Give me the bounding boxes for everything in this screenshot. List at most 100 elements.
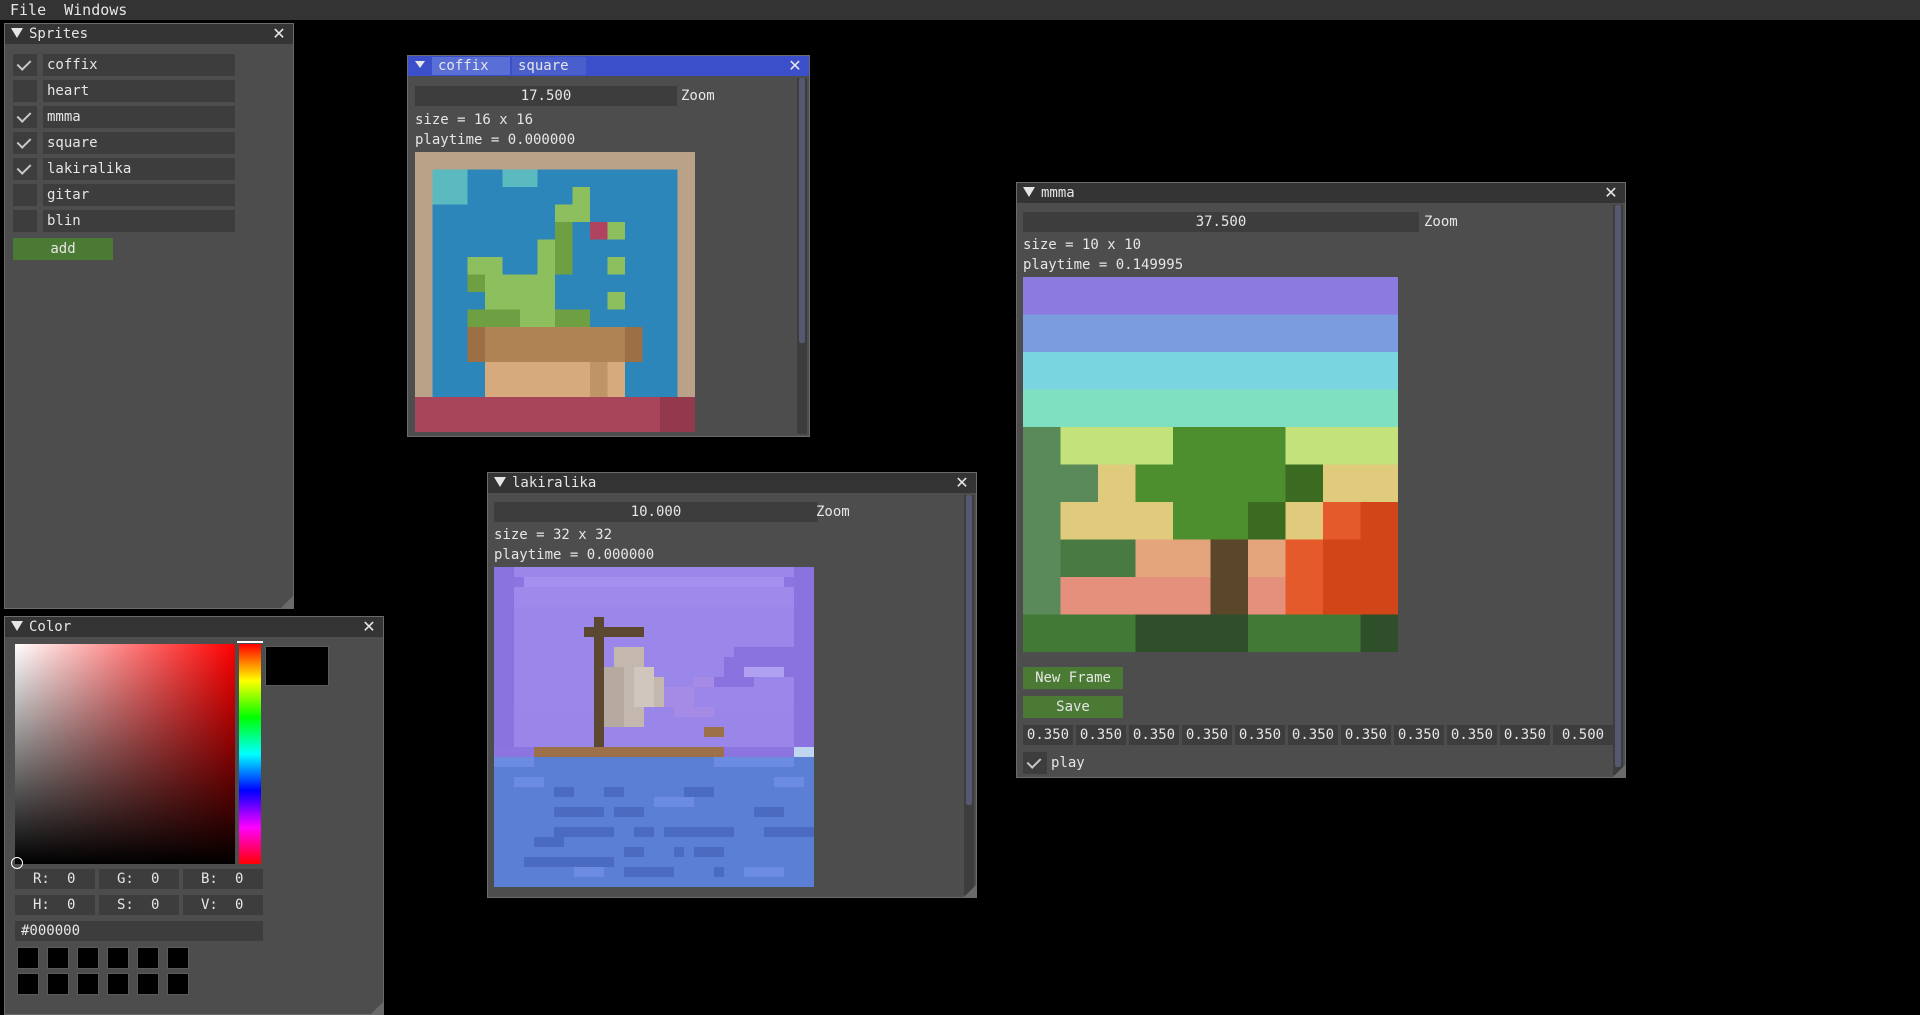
sprite-item[interactable]: coffix [43, 54, 235, 76]
frame-duration-input[interactable]: 0.350 [1129, 725, 1179, 745]
check-icon [16, 56, 32, 71]
palette-swatch[interactable] [167, 947, 189, 969]
coffix-pixel [555, 204, 590, 222]
g-label: G: [117, 871, 134, 887]
color-titlebar[interactable]: Color ✕ [5, 617, 383, 637]
close-icon[interactable]: ✕ [953, 474, 971, 492]
resize-grip[interactable] [281, 596, 293, 608]
close-icon[interactable]: ✕ [1602, 184, 1620, 202]
new-frame-button[interactable]: New Frame [1023, 667, 1123, 689]
zoom-input[interactable]: 10.000 [494, 502, 818, 522]
save-button[interactable]: Save [1023, 696, 1123, 718]
vertical-scrollbar[interactable] [797, 78, 807, 434]
palette-swatch[interactable] [137, 947, 159, 969]
mmma-titlebar[interactable]: mmma ✕ [1017, 183, 1625, 203]
palette-swatch[interactable] [47, 973, 69, 995]
collapse-icon[interactable] [1023, 187, 1035, 197]
sprite-visible-checkbox[interactable] [13, 132, 37, 154]
b-field[interactable]: B: 0 [183, 869, 263, 889]
saturation-value-picker[interactable] [15, 644, 235, 864]
r-field[interactable]: R: 0 [15, 869, 95, 889]
menu-windows[interactable]: Windows [54, 0, 135, 20]
palette-swatch[interactable] [107, 947, 129, 969]
lakiralika-titlebar[interactable]: lakiralika ✕ [488, 473, 976, 493]
close-icon[interactable]: ✕ [786, 57, 804, 75]
frame-duration-input[interactable]: 0.350 [1023, 725, 1073, 745]
frame-duration-input[interactable]: 0.350 [1235, 725, 1285, 745]
palette-swatch[interactable] [17, 947, 39, 969]
hex-input[interactable]: #000000 [15, 921, 263, 941]
sprite-canvas[interactable] [494, 567, 814, 887]
frame-duration-input[interactable]: 0.350 [1447, 725, 1497, 745]
frame-duration-input[interactable]: 0.350 [1394, 725, 1444, 745]
zoom-input[interactable]: 17.500 [415, 86, 677, 106]
b-value: 0 [235, 871, 244, 887]
sprite-visible-checkbox[interactable] [13, 106, 37, 128]
sprite-item[interactable]: square [43, 132, 235, 154]
resize-grip[interactable] [1613, 765, 1625, 777]
coffix-titlebar[interactable]: coffix square ✕ [408, 56, 809, 76]
sprite-visible-checkbox[interactable] [13, 210, 37, 232]
hue-slider[interactable] [239, 644, 261, 864]
sprite-visible-checkbox[interactable] [13, 158, 37, 180]
h-field[interactable]: H: 0 [15, 895, 95, 915]
tab-square[interactable]: square [512, 57, 586, 75]
sprite-visible-checkbox[interactable] [13, 54, 37, 76]
sprite-item[interactable]: lakiralika [43, 158, 235, 180]
scroll-thumb[interactable] [799, 78, 805, 343]
s-field[interactable]: S: 0 [99, 895, 179, 915]
scroll-thumb[interactable] [1615, 205, 1621, 767]
sprite-visible-checkbox[interactable] [13, 184, 37, 206]
sprite-canvas[interactable] [415, 152, 695, 432]
sprite-visible-checkbox[interactable] [13, 80, 37, 102]
coffix-pixel [607, 222, 625, 240]
lakiralika-pixel [624, 847, 644, 857]
v-field[interactable]: V: 0 [183, 895, 263, 915]
r-value: 0 [67, 871, 76, 887]
vertical-scrollbar[interactable] [964, 495, 974, 895]
sprite-item[interactable]: gitar [43, 184, 235, 206]
frame-duration-input[interactable]: 0.350 [1341, 725, 1391, 745]
picker-cursor-icon[interactable] [11, 857, 23, 869]
palette-swatch[interactable] [47, 947, 69, 969]
close-icon[interactable]: ✕ [360, 618, 378, 636]
tab-coffix[interactable]: coffix [432, 57, 510, 75]
sprite-item[interactable]: mmma [43, 106, 235, 128]
palette-swatch[interactable] [17, 973, 39, 995]
scroll-thumb[interactable] [966, 495, 972, 805]
frame-duration-input[interactable]: 0.350 [1182, 725, 1232, 745]
mmma-pixel [1060, 502, 1173, 540]
menu-file[interactable]: File [0, 0, 54, 20]
frame-duration-input[interactable]: 0.350 [1288, 725, 1338, 745]
palette-swatch[interactable] [137, 973, 159, 995]
mmma-pixel [1248, 502, 1286, 540]
vertical-scrollbar[interactable] [1613, 205, 1623, 775]
play-checkbox[interactable] [1023, 752, 1047, 774]
palette-swatch[interactable] [107, 973, 129, 995]
palette-swatch[interactable] [77, 973, 99, 995]
frame-duration-input[interactable]: 0.350 [1076, 725, 1126, 745]
collapse-icon[interactable] [11, 28, 23, 38]
frame-duration-input[interactable]: 0.350 [1500, 725, 1550, 745]
sprite-item[interactable]: blin [43, 210, 235, 232]
check-icon [16, 134, 32, 149]
palette-swatch[interactable] [77, 947, 99, 969]
lakiralika-pixel [634, 827, 654, 837]
mmma-pixel [1023, 352, 1398, 390]
zoom-input[interactable]: 37.500 [1023, 212, 1419, 232]
palette-swatch[interactable] [167, 973, 189, 995]
sprites-titlebar[interactable]: Sprites ✕ [5, 24, 293, 44]
frame-duration-input[interactable]: 0.500 [1553, 725, 1613, 745]
mmma-pixel [1060, 577, 1211, 615]
sprite-item[interactable]: heart [43, 80, 235, 102]
collapse-icon[interactable] [11, 621, 23, 631]
collapse-icon[interactable] [494, 477, 506, 487]
g-field[interactable]: G: 0 [99, 869, 179, 889]
resize-grip[interactable] [964, 885, 976, 897]
tab-list-icon[interactable] [415, 61, 425, 68]
sprite-canvas[interactable] [1023, 277, 1398, 652]
add-sprite-button[interactable]: add [13, 238, 113, 260]
coffix-window: coffix square ✕ 17.500 Zoom size = 16 x … [407, 55, 810, 437]
resize-grip[interactable] [371, 1002, 383, 1014]
close-icon[interactable]: ✕ [270, 25, 288, 43]
